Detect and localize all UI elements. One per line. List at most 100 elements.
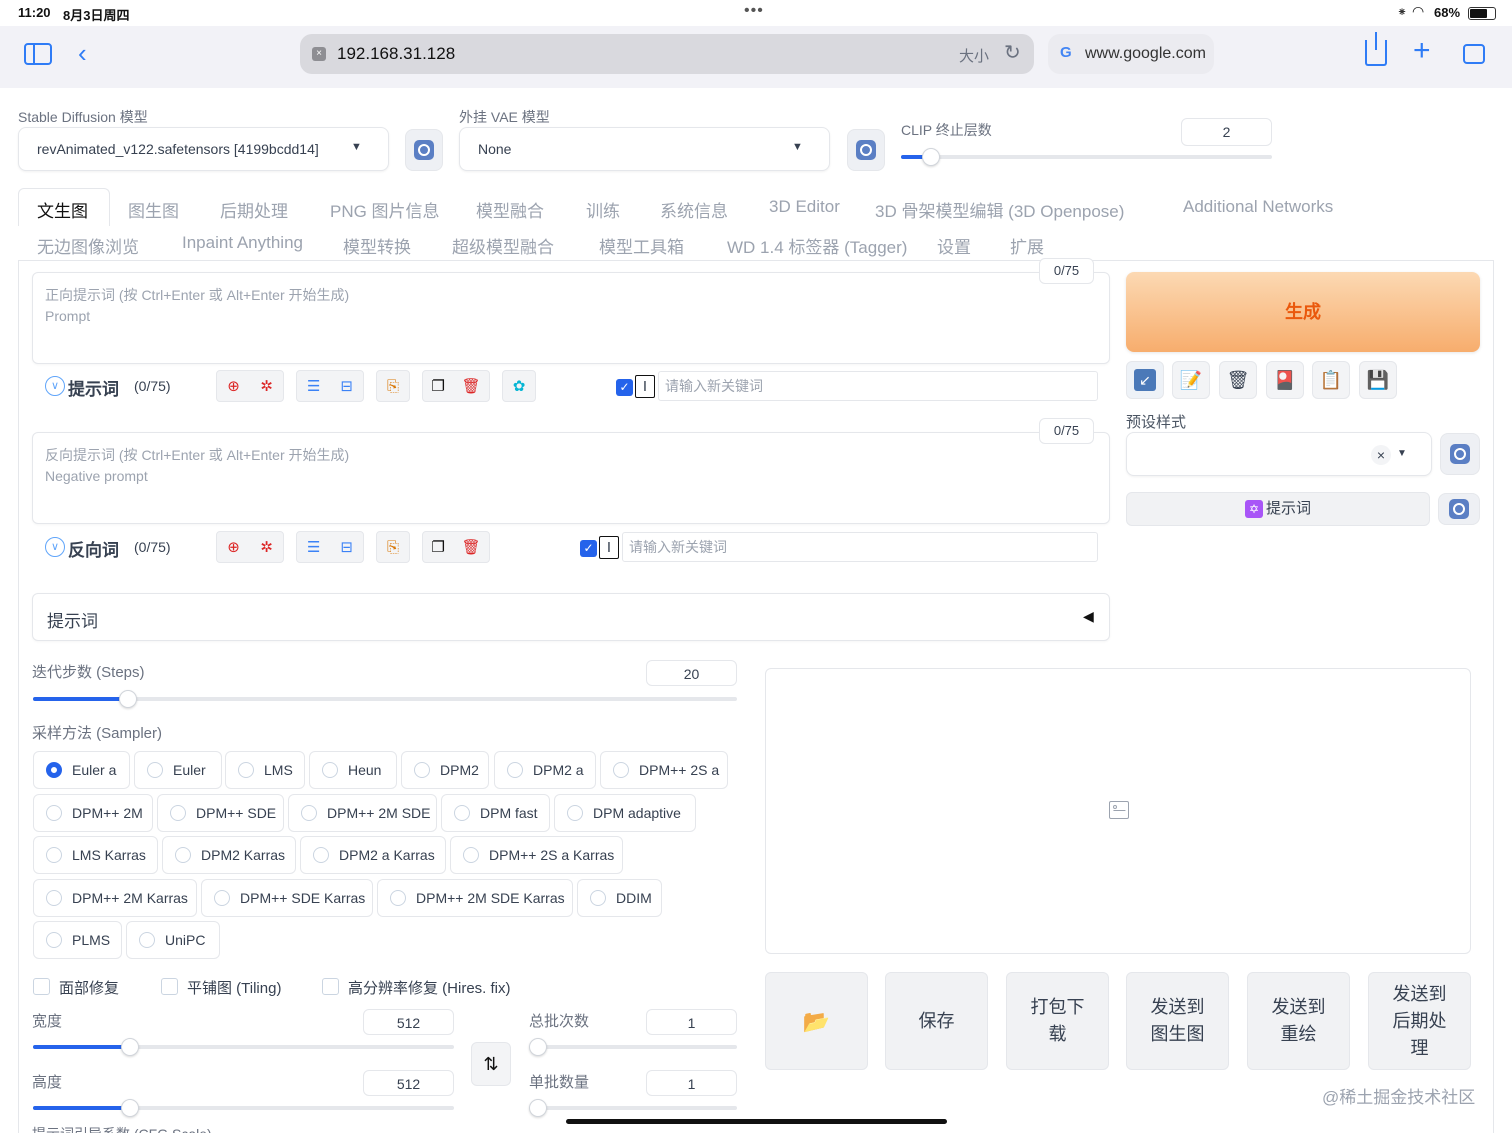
sampler-option[interactable]: Euler a [33, 751, 130, 789]
sampler-option[interactable]: DPM++ 2S a Karras [450, 836, 623, 874]
clip-slider-thumb[interactable] [922, 148, 940, 166]
save-style-button[interactable]: 💾 [1359, 361, 1397, 399]
browser-tab-google[interactable]: G www.google.com [1048, 34, 1214, 74]
openai-icon[interactable]: ✿ [502, 370, 536, 402]
hires-fix-checkbox[interactable] [322, 978, 339, 995]
refresh-styles-button[interactable] [1440, 433, 1480, 475]
prompt-template-button[interactable]: ✡ 提示词 [1126, 492, 1430, 526]
zip-download-button[interactable]: 打包下载 [1006, 972, 1109, 1070]
reload-icon[interactable]: ↻ [1004, 40, 1021, 65]
text-size-button[interactable]: 大小 [959, 45, 989, 66]
tab-row2-1[interactable]: Inpaint Anything [182, 233, 303, 253]
sampler-option[interactable]: Euler [134, 751, 222, 789]
address-bar[interactable]: × 192.168.31.128 大小 ↻ [300, 34, 1034, 74]
home-indicator[interactable] [566, 1119, 947, 1124]
new-tab-icon[interactable]: + [1413, 36, 1431, 66]
clip-value-input[interactable]: 2 [1181, 118, 1272, 146]
prompt-accordion[interactable]: 提示词 ◀ [32, 593, 1110, 641]
bookmark-icon[interactable]: ⊟ [340, 377, 353, 395]
tab-row2-2[interactable]: 模型转换 [343, 233, 411, 258]
sampler-option[interactable]: LMS Karras [33, 836, 158, 874]
collapse-toggle-icon[interactable]: ∨ [45, 537, 65, 557]
keyword-input[interactable]: 请输入新关键词 [658, 371, 1098, 401]
negative-prompt-textarea[interactable]: 反向提示词 (按 Ctrl+Enter 或 Alt+Enter 开始生成) Ne… [32, 432, 1110, 524]
bookmark-icon[interactable]: ⊟ [340, 538, 353, 556]
batch-count-slider[interactable] [529, 1045, 737, 1049]
text-cursor-icon[interactable]: I [599, 536, 619, 559]
sampler-option[interactable]: DPM++ 2M [33, 794, 153, 832]
height-input[interactable]: 512 [363, 1070, 454, 1096]
width-slider-thumb[interactable] [121, 1038, 139, 1056]
sampler-option[interactable]: DPM++ 2M SDE [288, 794, 437, 832]
send-to-inpaint-button[interactable]: 发送到重绘 [1247, 972, 1350, 1070]
tab-row2-6[interactable]: 设置 [937, 233, 971, 258]
keyword-checkbox[interactable]: ✓ [616, 379, 633, 396]
clear-icon[interactable]: × [1371, 445, 1391, 465]
sampler-option[interactable]: DPM++ 2M SDE Karras [377, 879, 573, 917]
tiling-checkbox[interactable] [161, 978, 178, 995]
clip-slider[interactable] [901, 155, 1272, 159]
refresh-models-button[interactable] [405, 129, 443, 171]
sampler-option[interactable]: DPM++ 2S a [600, 751, 728, 789]
tab-3[interactable]: PNG 图片信息 [330, 197, 440, 222]
tab-row2-7[interactable]: 扩展 [1010, 233, 1044, 258]
height-slider[interactable] [33, 1106, 454, 1110]
send-to-extras-button[interactable]: 发送到后期处理 [1368, 972, 1471, 1070]
batch-size-slider[interactable] [529, 1106, 737, 1110]
list-icon[interactable]: ☰ [307, 377, 320, 395]
send-to-img2img-button[interactable]: 发送到图生图 [1126, 972, 1229, 1070]
stop-icon[interactable]: × [312, 47, 326, 61]
sampler-option[interactable]: DPM adaptive [554, 794, 696, 832]
save-button[interactable]: 保存 [885, 972, 988, 1070]
generate-button[interactable]: 生成 [1126, 272, 1480, 352]
sampler-option[interactable]: DPM2 Karras [162, 836, 296, 874]
width-slider[interactable] [33, 1045, 454, 1049]
sampler-option[interactable]: DPM2 a [494, 751, 596, 789]
tab-2[interactable]: 后期处理 [220, 197, 288, 222]
steps-slider-thumb[interactable] [119, 690, 137, 708]
tab-row2-0[interactable]: 无边图像浏览 [37, 233, 139, 258]
text-cursor-icon[interactable]: I [635, 375, 655, 398]
globe-icon[interactable]: ⊕ [227, 377, 240, 395]
batch-count-input[interactable]: 1 [646, 1009, 737, 1035]
batch-count-thumb[interactable] [529, 1038, 547, 1056]
ab-icon[interactable]: ⎘ [376, 370, 410, 402]
tab-4[interactable]: 模型融合 [476, 197, 544, 222]
refresh-vae-button[interactable] [847, 129, 885, 171]
sampler-option[interactable]: DDIM [577, 879, 662, 917]
tab-5[interactable]: 训练 [586, 197, 620, 222]
tab-row2-3[interactable]: 超级模型融合 [452, 233, 554, 258]
keyword-input[interactable]: 请输入新关键词 [622, 532, 1098, 562]
swap-dimensions-icon[interactable]: ⇅ [471, 1042, 511, 1086]
tab-row2-5[interactable]: WD 1.4 标签器 (Tagger) [727, 233, 907, 258]
prompt-textarea[interactable]: 正向提示词 (按 Ctrl+Enter 或 Alt+Enter 开始生成) Pr… [32, 272, 1110, 364]
gear-icon[interactable]: ✲ [260, 538, 273, 556]
sampler-option[interactable]: DPM++ 2M Karras [33, 879, 197, 917]
paste-button[interactable]: 📝 [1172, 361, 1210, 399]
sampler-option[interactable]: DPM2 a Karras [300, 836, 446, 874]
copy-icon[interactable]: ❐ [431, 538, 444, 556]
refresh-prompt-button[interactable] [1438, 493, 1480, 525]
sampler-option[interactable]: DPM++ SDE Karras [201, 879, 373, 917]
batch-size-input[interactable]: 1 [646, 1070, 737, 1096]
tabs-overview-icon[interactable] [1463, 44, 1485, 64]
tab-9[interactable]: Additional Networks [1183, 197, 1333, 217]
ab-icon[interactable]: ⎘ [376, 531, 410, 563]
face-restore-checkbox[interactable] [33, 978, 50, 995]
clear-button[interactable]: 🗑 [1219, 361, 1257, 399]
sd-model-dropdown[interactable]: revAnimated_v122.safetensors [4199bcdd14… [18, 127, 389, 171]
gear-icon[interactable]: ✲ [260, 377, 273, 395]
tab-1[interactable]: 图生图 [128, 197, 179, 222]
tab-8[interactable]: 3D 骨架模型编辑 (3D Openpose) [875, 197, 1124, 222]
apply-style-button[interactable]: 📋 [1312, 361, 1350, 399]
preset-dropdown[interactable]: × ▼ [1126, 432, 1432, 476]
open-folder-button[interactable]: 📂 [765, 972, 868, 1070]
tab-row2-4[interactable]: 模型工具箱 [599, 233, 684, 258]
sampler-option[interactable]: Heun [309, 751, 397, 789]
batch-size-thumb[interactable] [529, 1099, 547, 1117]
list-icon[interactable]: ☰ [307, 538, 320, 556]
sampler-option[interactable]: DPM fast [441, 794, 550, 832]
steps-input[interactable]: 20 [646, 660, 737, 686]
back-icon[interactable]: ‹ [78, 38, 87, 69]
keyword-checkbox[interactable]: ✓ [580, 540, 597, 557]
